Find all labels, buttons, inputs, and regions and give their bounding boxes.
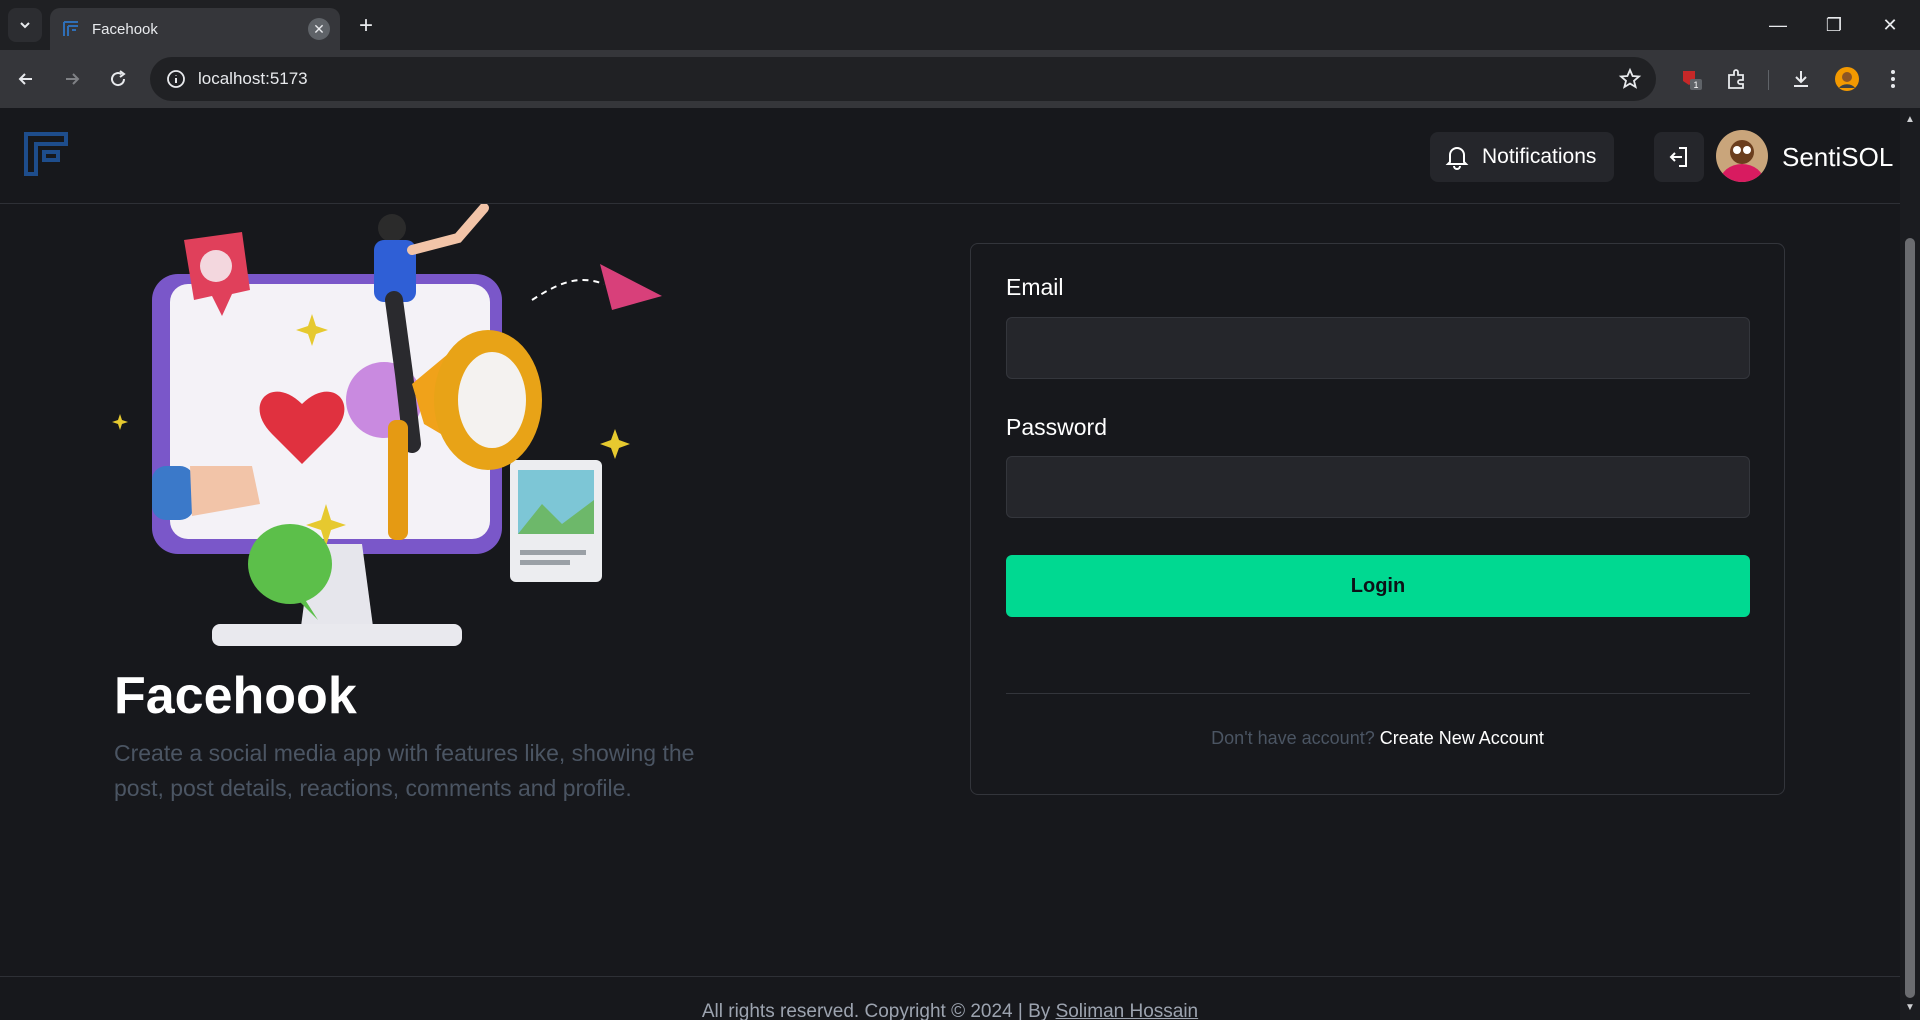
email-label: Email — [1006, 274, 1064, 300]
toolbar-divider — [1768, 70, 1769, 90]
logout-icon — [1669, 147, 1687, 167]
no-account-text: Don't have account? — [1211, 728, 1375, 748]
svg-text:1: 1 — [1693, 80, 1698, 90]
create-account-link[interactable]: Create New Account — [1380, 728, 1544, 748]
address-bar[interactable]: localhost:5173 — [150, 57, 1656, 101]
page-content: Notifications SentiSOL Facehook Create a… — [0, 108, 1900, 1020]
downloads-icon[interactable] — [1786, 64, 1816, 94]
back-button[interactable] — [10, 63, 42, 95]
site-header: Notifications SentiSOL — [0, 108, 1900, 204]
facehook-logo-icon[interactable] — [22, 130, 70, 178]
login-button[interactable]: Login — [1006, 555, 1750, 617]
page-scrollbar[interactable]: ▲ ▼ — [1900, 108, 1920, 1020]
browser-toolbar: localhost:5173 1 — [0, 50, 1920, 108]
logout-button[interactable] — [1654, 132, 1704, 182]
facehook-favicon-icon — [63, 21, 78, 36]
tab-close-icon[interactable]: ✕ — [308, 18, 330, 40]
signup-prompt: Don't have account? Create New Account — [971, 728, 1784, 749]
copyright-text: All rights reserved. Copyright © 2024 | … — [701, 1001, 1051, 1020]
browser-tab-bar: Facehook ✕ + — ❐ ✕ — [0, 0, 1920, 50]
scroll-down-icon[interactable]: ▼ — [1904, 1002, 1916, 1014]
social-media-illustration — [112, 204, 662, 646]
notifications-button[interactable]: Notifications — [1430, 132, 1614, 182]
password-label: Password — [1006, 414, 1107, 440]
username[interactable]: SentiSOL — [1782, 142, 1893, 173]
chevron-down-icon — [20, 22, 30, 29]
password-field[interactable] — [1006, 456, 1750, 518]
tab-search-button[interactable] — [8, 8, 42, 42]
browser-tab[interactable]: Facehook ✕ — [50, 8, 340, 50]
new-tab-button[interactable]: + — [352, 12, 380, 40]
author-link[interactable]: Soliman Hossain — [1056, 1001, 1199, 1020]
arrow-right-icon — [66, 73, 80, 85]
minimize-button[interactable]: — — [1758, 10, 1798, 40]
extensions-puzzle-icon[interactable] — [1722, 64, 1752, 94]
card-divider — [1006, 693, 1750, 694]
reload-icon — [111, 70, 126, 87]
close-window-button[interactable]: ✕ — [1870, 10, 1910, 40]
site-info-icon[interactable] — [164, 67, 188, 91]
footer-text: All rights reserved. Copyright © 2024 | … — [0, 1001, 1900, 1020]
email-field[interactable] — [1006, 317, 1750, 379]
site-footer: All rights reserved. Copyright © 2024 | … — [0, 976, 1900, 1020]
login-form: Email Password Login Don't have account?… — [970, 243, 1785, 795]
arrow-left-icon — [18, 73, 32, 85]
brand-title: Facehook — [114, 667, 357, 725]
user-avatar[interactable] — [1716, 130, 1768, 182]
tab-title: Facehook — [92, 20, 158, 38]
brand-description: Create a social media app with features … — [114, 740, 695, 801]
forward-button[interactable] — [56, 63, 88, 95]
scroll-up-icon[interactable]: ▲ — [1904, 114, 1916, 126]
reload-button[interactable] — [102, 63, 134, 95]
extension-shield-icon[interactable]: 1 — [1676, 64, 1706, 94]
bell-icon — [1445, 147, 1469, 170]
bookmark-star-icon[interactable] — [1618, 67, 1642, 91]
profile-avatar-icon[interactable] — [1832, 64, 1862, 94]
url-text: localhost:5173 — [198, 69, 308, 88]
browser-menu-icon[interactable] — [1878, 64, 1908, 94]
scroll-thumb[interactable] — [1905, 238, 1915, 998]
notifications-label: Notifications — [1482, 145, 1597, 168]
restore-button[interactable]: ❐ — [1814, 10, 1854, 40]
